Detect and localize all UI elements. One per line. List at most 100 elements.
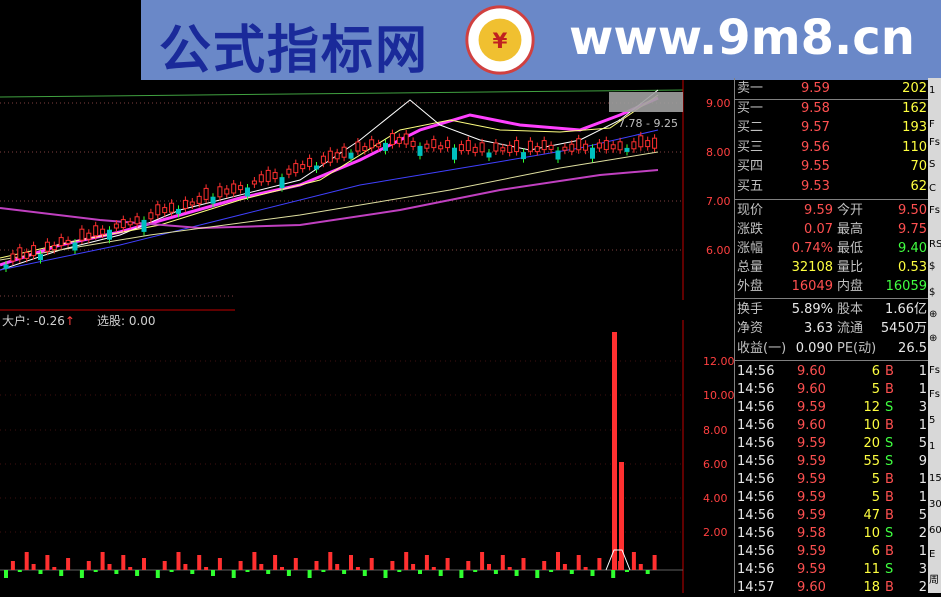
candle-body [155,204,161,216]
toolbar-button[interactable]: Fs [929,136,941,150]
candle-body [113,223,119,229]
candle-body [417,145,423,156]
toolbar-button[interactable]: 5 [929,414,941,428]
indicator-axis-label: 6.00 [703,458,728,471]
right-toolbar-strip[interactable]: 1 F Fs S C Fs RS $ $ ⊕ ⊕ Fs Fs 5 1 15 30 60 E 周 [928,78,941,593]
tick-row: 14:56 9.60 10 B 1 [737,417,927,435]
toolbar-button[interactable]: RS [929,238,941,252]
toolbar-button[interactable]: 15 [929,472,941,486]
indicator-bar [107,564,112,570]
candle-body [376,143,382,148]
candle-body [24,251,30,259]
stat-value: 16049 [791,278,833,294]
indicator-bar [480,552,485,570]
toolbar-button[interactable]: E [929,548,941,562]
indicator-bar [342,570,347,574]
indicator-bar [445,558,450,570]
candle-body [362,146,368,152]
tick-time: 14:56 [737,436,775,452]
indicator-bar [542,561,547,570]
indicator-bar [204,567,209,570]
toolbar-button[interactable]: $ [929,260,941,274]
candle-body [17,247,23,260]
candle-body [527,140,533,152]
kline-chart[interactable]: 9.00 8.00 7.00 6.00 12.00 10.00 8.00 6.00 4.00 2.… [0,0,735,593]
indicator-bar [335,564,340,570]
tick-row: 14:56 9.59 47 B 5 [737,507,927,525]
candle-body [603,140,609,151]
toolbar-button[interactable]: ⊕ [929,332,941,346]
candle-body [251,180,257,185]
indicator-bar [238,561,243,570]
stat-label: 外盘 [737,278,764,294]
candle-body [217,186,223,198]
tick-count: 1 [918,382,927,398]
toolbar-button[interactable]: Fs [929,364,941,378]
toolbar-button[interactable]: Fs [929,204,941,218]
toolbar-button[interactable]: 周 [929,574,941,588]
indicator-bar [438,570,443,576]
candle-body [245,187,250,197]
candle-body [203,187,209,200]
indicator-bar [176,552,181,570]
tick-side: S [885,436,894,452]
indicator-axis-label: 12.00 [703,355,735,368]
indicator-bar [162,561,167,570]
tick-row: 14:56 9.59 20 S 5 [737,435,927,453]
finance-value: 3.63 [804,321,833,337]
indicator-bar [259,564,264,570]
tick-count: 1 [918,418,927,434]
candle-body [410,140,416,147]
indicator-bar [197,555,202,570]
order-book-row: 买二 9.57 193 [737,119,927,137]
toolbar-button[interactable]: 1 [929,440,941,454]
tick-price: 9.59 [797,454,826,470]
candle-body [258,174,264,183]
toolbar-button[interactable]: Fs [929,388,941,402]
indicator-bar [487,564,491,570]
candle-body [300,164,306,170]
toolbar-button[interactable]: C [929,182,941,196]
stat-row: 涨幅 0.74% 最低 9.40 [737,240,927,258]
highlight-box [609,92,683,112]
toolbar-button[interactable]: S [929,158,941,172]
toolbar-button[interactable]: 30 [929,498,941,512]
indicator-bar [38,570,43,574]
chart-area[interactable]: 9.00 8.00 7.00 6.00 12.00 10.00 8.00 6.00 4.00 2.… [0,0,735,593]
toolbar-button[interactable]: 1 [929,84,941,98]
candle-body [610,144,616,150]
candle-body [348,152,354,159]
finance-label: 净资 [737,321,764,337]
indicator-bar [611,570,616,578]
tick-price: 9.60 [797,364,826,380]
tick-count: 9 [918,454,927,470]
stat-value: 9.40 [898,240,927,256]
tick-row: 14:57 9.60 18 B 2 [737,579,927,597]
tick-time: 14:56 [737,544,775,560]
candle-body [86,232,92,240]
tick-price: 9.59 [797,544,826,560]
indicator-bar [652,555,657,570]
price-axis-label: 7.00 [706,195,731,208]
indicator-bar [638,564,643,570]
indicator-bar [459,570,464,578]
tick-volume: 10 [863,526,880,542]
order-volume: 70 [910,159,927,175]
candle-body [617,141,623,151]
candle-body [424,143,430,149]
toolbar-button[interactable]: F [929,118,941,132]
indicator-bar [535,570,540,578]
site-url: www.9m8.cn [569,10,915,66]
tick-side: B [885,382,894,398]
candle-body [314,165,319,170]
tick-row: 14:56 9.60 5 B 1 [737,381,927,399]
toolbar-button[interactable]: 60 [929,524,941,538]
tick-price: 9.59 [797,508,826,524]
toolbar-button[interactable]: ⊕ [929,308,941,322]
candle-body [189,201,195,206]
order-volume: 110 [902,139,927,155]
tick-count: 1 [918,544,927,560]
indicator-curve [605,549,631,571]
toolbar-button[interactable]: $ [929,286,941,300]
order-price: 9.59 [801,81,830,96]
